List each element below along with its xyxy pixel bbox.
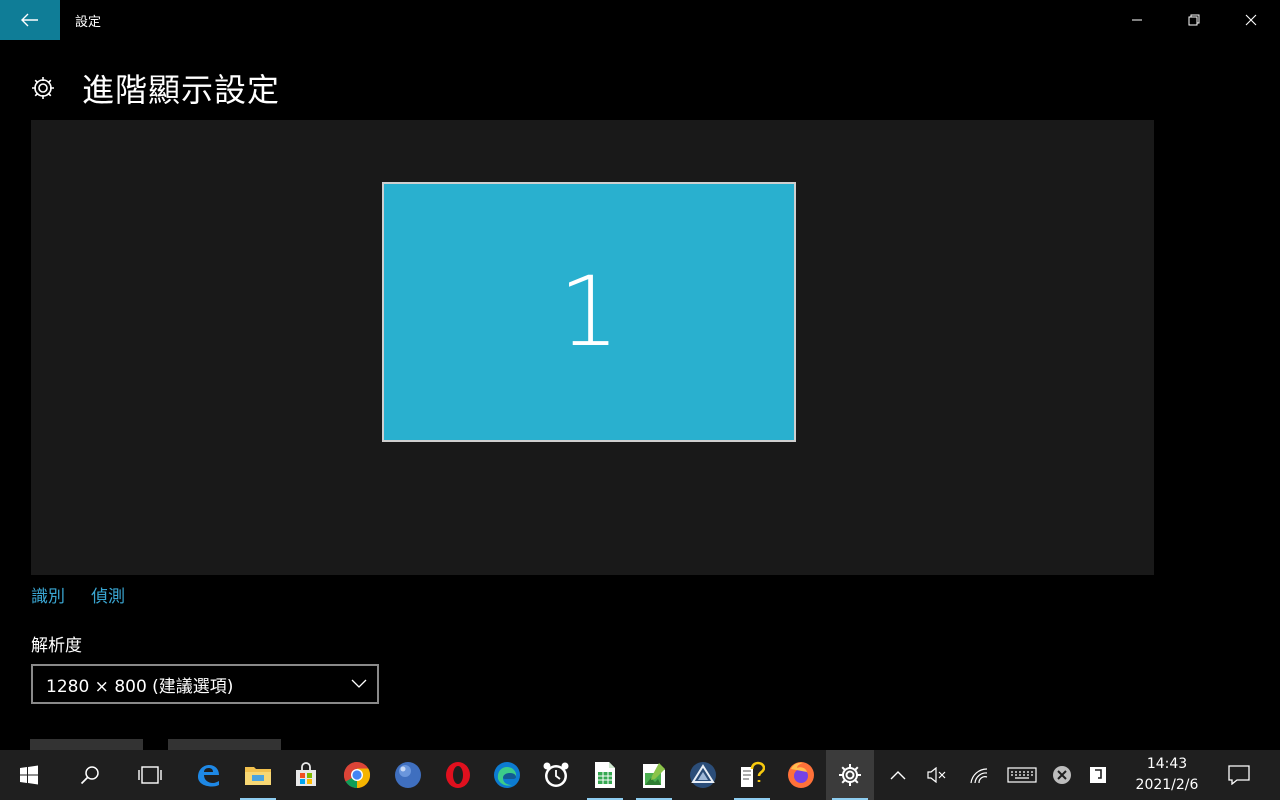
taskbar-alarm-app[interactable] (532, 750, 580, 800)
page-title: 進階顯示設定 (82, 71, 281, 109)
identify-link[interactable]: 識別 (31, 582, 65, 607)
minimize-icon (1132, 19, 1142, 21)
back-button[interactable] (0, 0, 60, 40)
close-circle-icon (1053, 766, 1071, 784)
taskbar-spreadsheet[interactable] (581, 750, 629, 800)
taskbar: 14:43 2021/2/6 (0, 750, 1280, 800)
restore-button[interactable] (1165, 0, 1223, 40)
windows-logo-icon (20, 765, 38, 785)
close-icon (1245, 14, 1257, 26)
triangle-logo-icon (690, 762, 716, 788)
title-bar: 設定 (0, 0, 1280, 40)
store-bag-icon (296, 762, 316, 786)
alarm-clock-icon (543, 762, 569, 787)
taskbar-firefox[interactable] (777, 750, 825, 800)
taskbar-file-explorer[interactable] (234, 750, 282, 800)
taskbar-edge[interactable] (483, 750, 531, 800)
taskbar-image-editor[interactable] (630, 750, 678, 800)
edge-icon (494, 762, 520, 788)
taskbar-edge-legacy[interactable] (184, 750, 232, 800)
help-question-icon (741, 761, 765, 787)
minimize-button[interactable] (1108, 0, 1166, 40)
notification-icon (1228, 765, 1250, 785)
close-button[interactable] (1222, 0, 1280, 40)
start-button[interactable] (5, 750, 53, 800)
restore-icon (1188, 14, 1200, 26)
taskbar-clock[interactable]: 14:43 2021/2/6 (1124, 750, 1210, 800)
monitor-1-tile[interactable]: 1 (382, 182, 796, 442)
resolution-value: 1280 × 800 (建議選項) (46, 676, 234, 697)
taskbar-store[interactable] (282, 750, 330, 800)
clock-date: 2021/2/6 (1135, 777, 1199, 793)
monitor-number: 1 (558, 256, 620, 368)
taskbar-opera[interactable] (434, 750, 482, 800)
page-header: 進階顯示設定 (30, 66, 280, 110)
search-button[interactable] (66, 750, 114, 800)
arrow-left-icon (21, 13, 38, 27)
edge-legacy-icon (198, 765, 219, 787)
taskbar-globe-app[interactable] (384, 750, 432, 800)
gear-icon (32, 77, 54, 99)
opera-icon (446, 762, 470, 788)
taskbar-chrome[interactable] (333, 750, 381, 800)
show-hidden-icons-button[interactable] (879, 750, 917, 800)
chevron-up-icon (890, 771, 906, 780)
volume-button[interactable] (918, 750, 956, 800)
touch-keyboard-button[interactable] (1003, 750, 1041, 800)
chrome-icon (343, 761, 371, 789)
taskbar-triangle-app[interactable] (679, 750, 727, 800)
search-icon (80, 766, 99, 785)
resolution-label: 解析度 (31, 636, 82, 656)
task-view-button[interactable] (126, 750, 174, 800)
taskbar-help-app[interactable] (728, 750, 776, 800)
image-editor-icon (643, 763, 665, 788)
resolution-dropdown[interactable]: 1280 × 800 (建議選項) (31, 664, 379, 704)
globe-icon (395, 762, 421, 788)
taskbar-settings[interactable] (826, 750, 874, 800)
firefox-icon (788, 762, 814, 788)
network-button[interactable] (960, 750, 998, 800)
action-center-button[interactable] (1220, 750, 1258, 800)
tray-notes-button[interactable] (1079, 750, 1117, 800)
display-preview-area: 1 (31, 120, 1154, 575)
display-links: 識別 偵測 (31, 582, 125, 607)
window-title: 設定 (75, 15, 102, 30)
spreadsheet-icon (595, 762, 615, 788)
note-icon (1090, 767, 1106, 783)
volume-muted-icon (927, 767, 946, 783)
task-view-icon (138, 766, 162, 784)
detect-link[interactable]: 偵測 (91, 582, 125, 607)
chevron-down-icon (351, 679, 367, 689)
folder-icon (245, 767, 271, 785)
wifi-icon (970, 768, 988, 784)
clock-time: 14:43 (1146, 756, 1188, 772)
gear-icon (839, 764, 861, 786)
tray-status-button[interactable] (1043, 750, 1081, 800)
keyboard-icon (1007, 767, 1037, 783)
